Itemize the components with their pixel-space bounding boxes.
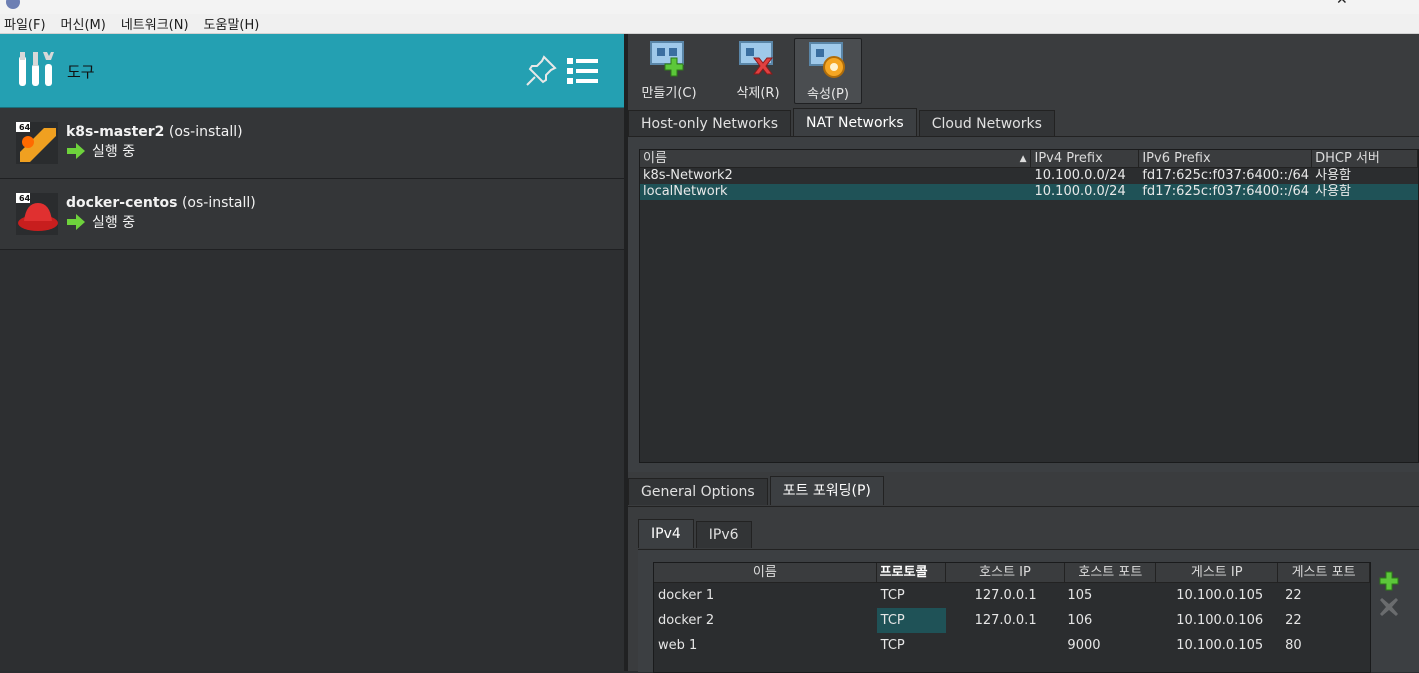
table-row[interactable]: web 1 TCP 9000 10.100.0.105 80 [654,633,1370,658]
virtualbox-app-icon [6,0,20,9]
cell-guest-ip: 10.100.0.105 [1176,638,1264,653]
col-ipv6-prefix[interactable]: IPv6 Prefix [1139,150,1313,167]
cell-guest-port: 80 [1285,638,1302,653]
create-network-icon [650,41,684,77]
col-guest-ip[interactable]: 게스트 IP [1156,563,1279,582]
col-dhcp-server[interactable]: DHCP 서버 [1312,150,1418,167]
vm-snapshot: (os-install) [168,124,243,140]
cell-host-port: 9000 [1067,638,1101,653]
sort-ascending-icon: ▲ [1019,154,1027,164]
tab-general-options[interactable]: General Options [628,478,768,505]
remove-network-icon [739,41,773,75]
remove-label: 삭제(R) [736,86,780,101]
cell-name: docker 1 [658,588,715,603]
vm-name: k8s-master2 [66,124,165,140]
table-row[interactable]: docker 2 TCP 127.0.0.1 106 10.100.0.106 … [654,608,1370,633]
vm-64bit-badge: 64 [19,194,31,203]
cell-name: k8s-Network2 [643,168,733,183]
vm-64bit-badge: 64 [19,123,31,132]
properties-label: 속성(P) [807,87,849,102]
menu-network[interactable]: 네트워크(N) [121,14,189,33]
cell-ipv4: 10.100.0.0/24 [1034,168,1126,183]
tab-ipv6[interactable]: IPv6 [695,521,752,548]
cell-protocol-selected[interactable]: TCP [876,608,946,633]
cell-ipv6: fd17:625c:f037:6400::/64 [1142,168,1309,183]
vm-state: 실행 중 [92,144,136,160]
cell-host-ip [946,633,1066,658]
cell-host-port: 106 [1067,613,1093,628]
vm-state: 실행 중 [92,215,136,231]
running-arrow-icon [67,143,85,159]
col-name-label: 이름 [643,151,667,166]
menu-help[interactable]: 도움말(H) [204,14,260,33]
col-host-port[interactable]: 호스트 포트 [1065,563,1157,582]
port-forwarding-panel: IPv4 IPv6 이름 프로토콜 호스트 IP 호스트 포트 게스트 IP 게… [628,506,1419,673]
cell-host-port: 105 [1067,588,1093,603]
col-host-ip[interactable]: 호스트 IP [946,563,1066,582]
nat-networks-panel: 이름 ▲ IPv4 Prefix IPv6 Prefix DHCP 서버 k8s-… [628,136,1419,472]
properties-gear-icon [809,42,845,78]
network-type-tabs: Host-only Networks NAT Networks Cloud Ne… [628,108,1057,137]
ip-version-tabs: IPv4 IPv6 [638,519,754,548]
toolbar: 만들기(C) 삭제(R) 속성(P) [628,34,1419,106]
cell-host-ip: 127.0.0.1 [974,588,1037,603]
network-manager-pane: 만들기(C) 삭제(R) 속성(P) Host-only Networks NA… [628,34,1419,673]
table-row-selected[interactable]: localNetwork 10.100.0.0/24 fd17:625c:f03… [640,184,1418,200]
col-protocol[interactable]: 프로토콜 [877,563,946,582]
vm-name: docker-centos [66,195,178,211]
menu-bar: 파일(F) 머신(M) 네트워크(N) 도움말(H) [0,14,1419,34]
menu-machine[interactable]: 머신(M) [61,14,106,33]
properties-button[interactable]: 속성(P) [794,38,862,104]
table-row[interactable]: k8s-Network2 10.100.0.0/24 fd17:625c:f03… [640,168,1418,184]
col-guest-port[interactable]: 게스트 포트 [1278,563,1370,582]
vm-item-k8s-master2[interactable]: 64 k8s-master2 (os-install) 실행 중 [0,108,624,179]
tab-nat-networks[interactable]: NAT Networks [793,108,917,137]
create-label: 만들기(C) [641,86,697,101]
pin-icon[interactable] [524,54,558,88]
cell-guest-port: 22 [1285,613,1302,628]
tab-ipv4[interactable]: IPv4 [638,519,694,548]
cell-host-ip: 127.0.0.1 [974,613,1037,628]
remove-button[interactable]: 삭제(R) [724,38,792,104]
cell-ipv4: 10.100.0.0/24 [1034,184,1126,199]
table-header: 이름 ▲ IPv4 Prefix IPv6 Prefix DHCP 서버 [640,150,1418,168]
close-window-icon[interactable]: ✕ [1336,0,1348,8]
option-tabs: General Options 포트 포워딩(P) [628,476,886,505]
nat-networks-table: 이름 ▲ IPv4 Prefix IPv6 Prefix DHCP 서버 k8s-… [639,149,1419,463]
cell-ipv6: fd17:625c:f037:6400::/64 [1142,184,1309,199]
title-bar: ✕ [0,0,1419,14]
tools-icon [19,52,54,86]
menu-file[interactable]: 파일(F) [4,14,46,33]
add-rule-icon[interactable] [1378,570,1400,592]
cell-guest-ip: 10.100.0.106 [1176,613,1264,628]
table-row[interactable]: docker 1 TCP 127.0.0.1 105 10.100.0.105 … [654,583,1370,608]
tab-cloud-networks[interactable]: Cloud Networks [918,110,1055,137]
tools-label: 도구 [67,63,95,81]
cell-guest-ip: 10.100.0.105 [1176,588,1264,603]
list-view-icon[interactable] [566,56,600,86]
tools-item[interactable]: 도구 [0,34,624,108]
cell-name: web 1 [658,638,698,653]
cell-dhcp: 사용함 [1315,184,1352,199]
port-forwarding-table: 이름 프로토콜 호스트 IP 호스트 포트 게스트 IP 게스트 포트 dock… [653,562,1371,673]
cell-protocol: TCP [880,588,905,603]
col-name[interactable]: 이름 [654,563,877,582]
col-ipv4-prefix[interactable]: IPv4 Prefix [1031,150,1140,167]
machine-list-pane: 도구 64 k8s-master2 (os-install) 실행 중 64 d… [0,34,624,671]
cell-dhcp: 사용함 [1315,168,1352,183]
cell-guest-port: 22 [1285,588,1302,603]
create-button[interactable]: 만들기(C) [635,38,703,104]
vm-item-docker-centos[interactable]: 64 docker-centos (os-install) 실행 중 [0,179,624,250]
cell-protocol: TCP [880,638,905,653]
cell-name: localNetwork [643,184,728,199]
remove-rule-icon[interactable] [1378,596,1400,618]
cell-name: docker 2 [658,613,715,628]
tab-port-forwarding[interactable]: 포트 포워딩(P) [769,476,884,505]
running-arrow-icon [67,214,85,230]
col-name[interactable]: 이름 ▲ [640,150,1032,167]
vm-snapshot: (os-install) [181,195,256,211]
tab-host-only-networks[interactable]: Host-only Networks [628,110,791,137]
table-header: 이름 프로토콜 호스트 IP 호스트 포트 게스트 IP 게스트 포트 [654,563,1370,583]
ipv4-rules-panel: 이름 프로토콜 호스트 IP 호스트 포트 게스트 IP 게스트 포트 dock… [638,549,1419,673]
